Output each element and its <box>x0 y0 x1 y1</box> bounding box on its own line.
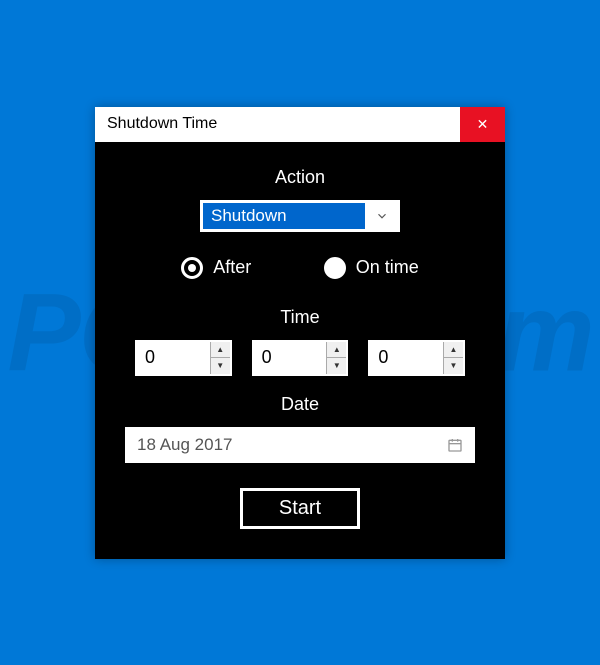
window-content: Action Shutdown After On time Time ▲ <box>95 142 505 559</box>
chevron-down-icon[interactable] <box>366 202 398 230</box>
radio-on-time[interactable]: On time <box>324 257 419 279</box>
mode-radio-group: After On time <box>125 232 475 289</box>
spinner-buttons: ▲ ▼ <box>326 342 346 374</box>
spinner-up-icon[interactable]: ▲ <box>327 342 346 359</box>
spinner-buttons: ▲ ▼ <box>443 342 463 374</box>
spinner-up-icon[interactable]: ▲ <box>444 342 463 359</box>
time-spinners: ▲ ▼ ▲ ▼ ▲ ▼ <box>125 340 475 376</box>
close-icon: ✕ <box>477 116 489 133</box>
spinner-buttons: ▲ ▼ <box>210 342 230 374</box>
radio-after-label: After <box>213 257 251 278</box>
hours-spinner[interactable]: ▲ ▼ <box>135 340 232 376</box>
date-label: Date <box>125 394 475 415</box>
radio-icon <box>324 257 346 279</box>
app-window: Shutdown Time ✕ Action Shutdown After On… <box>95 107 505 559</box>
date-picker[interactable]: 18 Aug 2017 <box>125 427 475 463</box>
seconds-input[interactable] <box>370 342 443 374</box>
titlebar: Shutdown Time ✕ <box>95 107 505 142</box>
close-button[interactable]: ✕ <box>460 107 505 142</box>
minutes-input[interactable] <box>254 342 327 374</box>
action-dropdown[interactable]: Shutdown <box>200 200 400 232</box>
action-label: Action <box>125 167 475 188</box>
spinner-down-icon[interactable]: ▼ <box>327 358 346 374</box>
window-title: Shutdown Time <box>107 115 217 133</box>
date-value: 18 Aug 2017 <box>127 430 437 460</box>
calendar-icon[interactable] <box>437 437 473 453</box>
radio-on-time-label: On time <box>356 257 419 278</box>
spinner-down-icon[interactable]: ▼ <box>211 358 230 374</box>
radio-after[interactable]: After <box>181 257 251 279</box>
seconds-spinner[interactable]: ▲ ▼ <box>368 340 465 376</box>
radio-icon <box>181 257 203 279</box>
minutes-spinner[interactable]: ▲ ▼ <box>252 340 349 376</box>
spinner-down-icon[interactable]: ▼ <box>444 358 463 374</box>
hours-input[interactable] <box>137 342 210 374</box>
action-dropdown-value: Shutdown <box>202 202 366 230</box>
start-button[interactable]: Start <box>240 488 360 529</box>
spinner-up-icon[interactable]: ▲ <box>211 342 230 359</box>
time-label: Time <box>125 307 475 328</box>
